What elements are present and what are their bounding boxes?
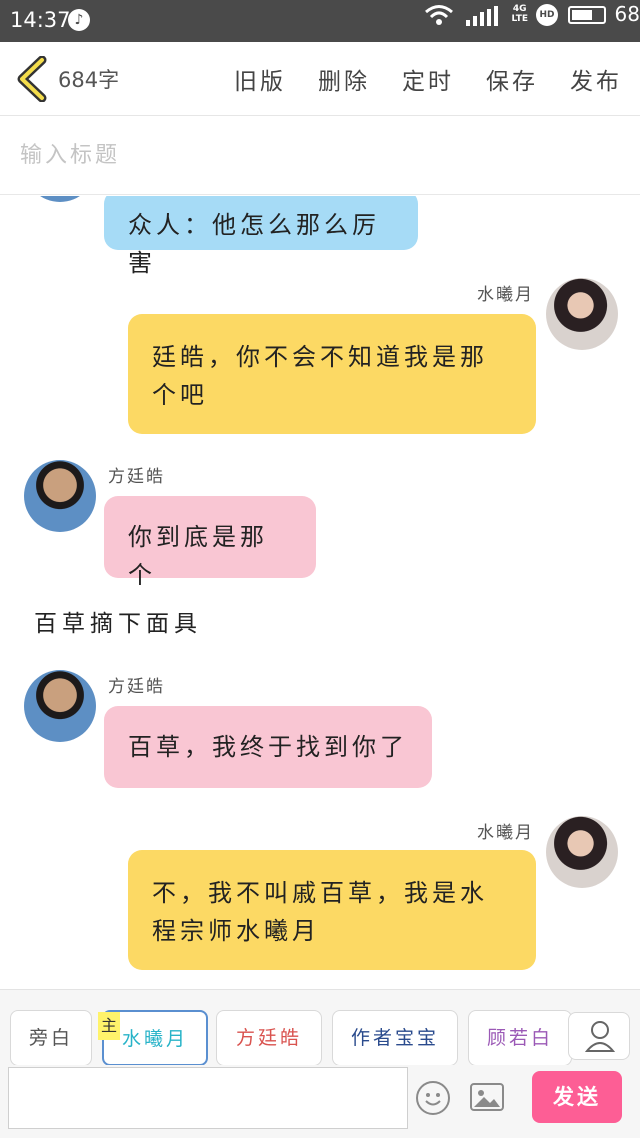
battery-level: 68 — [614, 2, 640, 26]
message-text: 个吧 — [152, 381, 208, 409]
user-icon — [584, 1021, 616, 1052]
message-text: 不，我不叫戚百草，我是水 — [152, 879, 488, 907]
message-bubble[interactable]: 廷皓，你不会不知道我是那 个吧 — [128, 314, 536, 434]
old-version-button[interactable]: 旧版 — [234, 62, 286, 96]
speaker-name: 水曦月 — [477, 285, 534, 305]
chat-area[interactable]: 众人：他怎么那么厉害 水曦月 廷皓，你不会不知道我是那 个吧 方廷皓 你到底是那… — [0, 196, 640, 988]
avatar-shui-xiyue[interactable] — [546, 816, 618, 888]
add-role-button[interactable] — [568, 1012, 630, 1060]
hd-icon: HD — [536, 4, 558, 26]
schedule-button[interactable]: 定时 — [402, 62, 454, 96]
narration-text[interactable]: 百草摘下面具 — [34, 604, 202, 638]
role-fang-tinghao-button[interactable]: 方廷皓 — [216, 1010, 322, 1066]
role-gu-ruobai-button[interactable]: 顾若白 — [468, 1010, 572, 1066]
message-text: 众人：他怎么那么厉害 — [128, 211, 380, 277]
image-icon[interactable] — [470, 1083, 504, 1111]
status-bar: 14:37 ♪ 4G LTE HD 68 — [0, 0, 640, 42]
send-button[interactable]: 发送 — [532, 1071, 622, 1123]
wifi-icon — [425, 5, 453, 25]
speaker-name: 水曦月 — [477, 823, 534, 843]
emoji-icon[interactable] — [416, 1081, 450, 1115]
title-bar — [0, 117, 640, 195]
network-indicator: 4G LTE — [511, 4, 528, 24]
role-bar: 旁白 水曦月 方廷皓 作者宝宝 顾若白 — [0, 989, 640, 1066]
message-text: 廷皓，你不会不知道我是那 — [152, 343, 488, 371]
avatar-fang-tinghao[interactable] — [24, 460, 96, 532]
music-icon: ♪ — [68, 9, 90, 31]
message-text: 百草，我终于找到你了 — [128, 733, 408, 761]
avatar-fang-tinghao[interactable] — [24, 196, 96, 202]
message-bubble[interactable]: 众人：他怎么那么厉害 — [104, 196, 418, 277]
message-text: 程宗师水曦月 — [152, 917, 320, 945]
avatar-fang-tinghao[interactable] — [24, 670, 96, 742]
publish-button[interactable]: 发布 — [570, 62, 622, 96]
input-bar: 发送 — [0, 1065, 640, 1138]
main-role-tag: 主 — [98, 1012, 120, 1040]
role-author-button[interactable]: 作者宝宝 — [332, 1010, 458, 1066]
title-input[interactable] — [20, 135, 620, 175]
editor-header: 684字 旧版 删除 定时 保存 发布 — [0, 42, 640, 116]
avatar-shui-xiyue[interactable] — [546, 278, 618, 350]
back-icon[interactable] — [14, 56, 50, 102]
role-narrator-button[interactable]: 旁白 — [10, 1010, 92, 1066]
message-bubble[interactable]: 你到底是那个 — [104, 496, 316, 589]
battery-icon — [568, 6, 606, 24]
speaker-name: 方廷皓 — [108, 677, 165, 697]
message-bubble[interactable]: 不，我不叫戚百草，我是水 程宗师水曦月 — [128, 850, 536, 970]
save-button[interactable]: 保存 — [486, 62, 538, 96]
message-input[interactable] — [8, 1067, 408, 1129]
header-menu: 旧版 删除 定时 保存 发布 — [234, 62, 622, 96]
message-bubble[interactable]: 百草，我终于找到你了 — [104, 706, 432, 788]
delete-button[interactable]: 删除 — [318, 62, 370, 96]
word-count: 684字 — [58, 68, 120, 92]
speaker-name: 方廷皓 — [108, 467, 165, 487]
signal-icon — [466, 6, 500, 26]
message-text: 你到底是那个 — [128, 523, 268, 589]
status-time: 14:37 — [10, 8, 71, 32]
